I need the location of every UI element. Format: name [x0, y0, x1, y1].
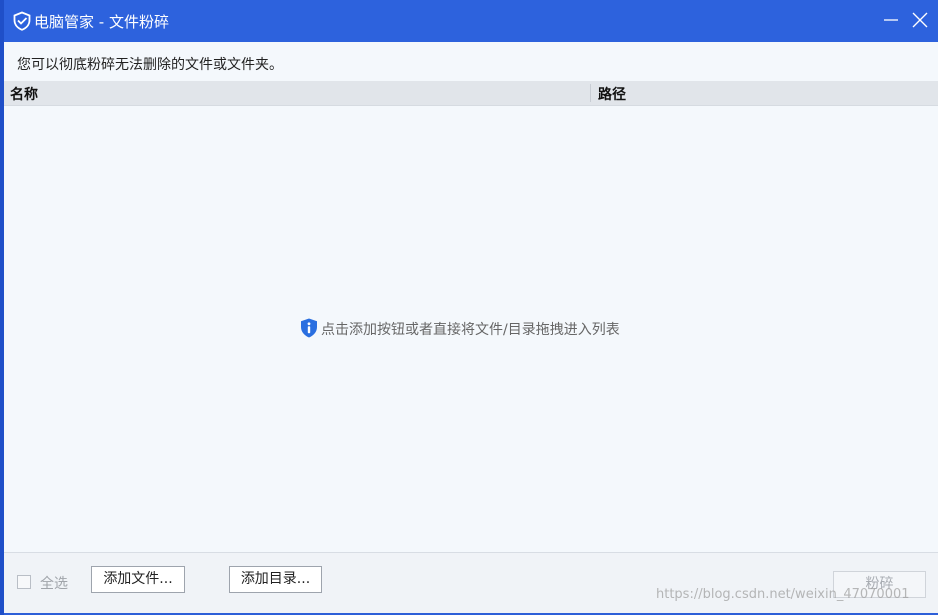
column-divider[interactable] [590, 84, 591, 102]
add-directory-button[interactable]: 添加目录... [229, 566, 322, 593]
footer-bar: 全选 添加文件... 添加目录... 粉碎 [4, 552, 938, 613]
select-all-checkbox[interactable] [17, 575, 31, 589]
window-title: 电脑管家 - 文件粉碎 [34, 13, 169, 31]
column-header-name[interactable]: 名称 [10, 84, 38, 104]
close-button[interactable] [907, 8, 933, 32]
close-icon [912, 12, 928, 28]
info-shield-icon [301, 318, 317, 338]
minimize-icon [884, 19, 898, 21]
select-all-label[interactable]: 全选 [40, 573, 68, 593]
add-file-button[interactable]: 添加文件... [91, 566, 185, 593]
watermark-text: https://blog.csdn.net/weixin_47070001 [656, 587, 910, 602]
title-bar[interactable]: 电脑管家 - 文件粉碎 [4, 0, 938, 42]
file-list-header: 名称 路径 [4, 81, 938, 106]
empty-list-hint-text: 点击添加按钮或者直接将文件/目录拖拽进入列表 [321, 322, 620, 338]
column-header-path[interactable]: 路径 [598, 84, 626, 104]
minimize-button[interactable] [878, 8, 904, 32]
description-text: 您可以彻底粉碎无法删除的文件或文件夹。 [17, 57, 283, 73]
shield-check-icon [13, 11, 31, 31]
file-shredder-window: 电脑管家 - 文件粉碎 您可以彻底粉碎无法删除的文件或文件夹。 名称 路径 点击… [4, 0, 938, 613]
